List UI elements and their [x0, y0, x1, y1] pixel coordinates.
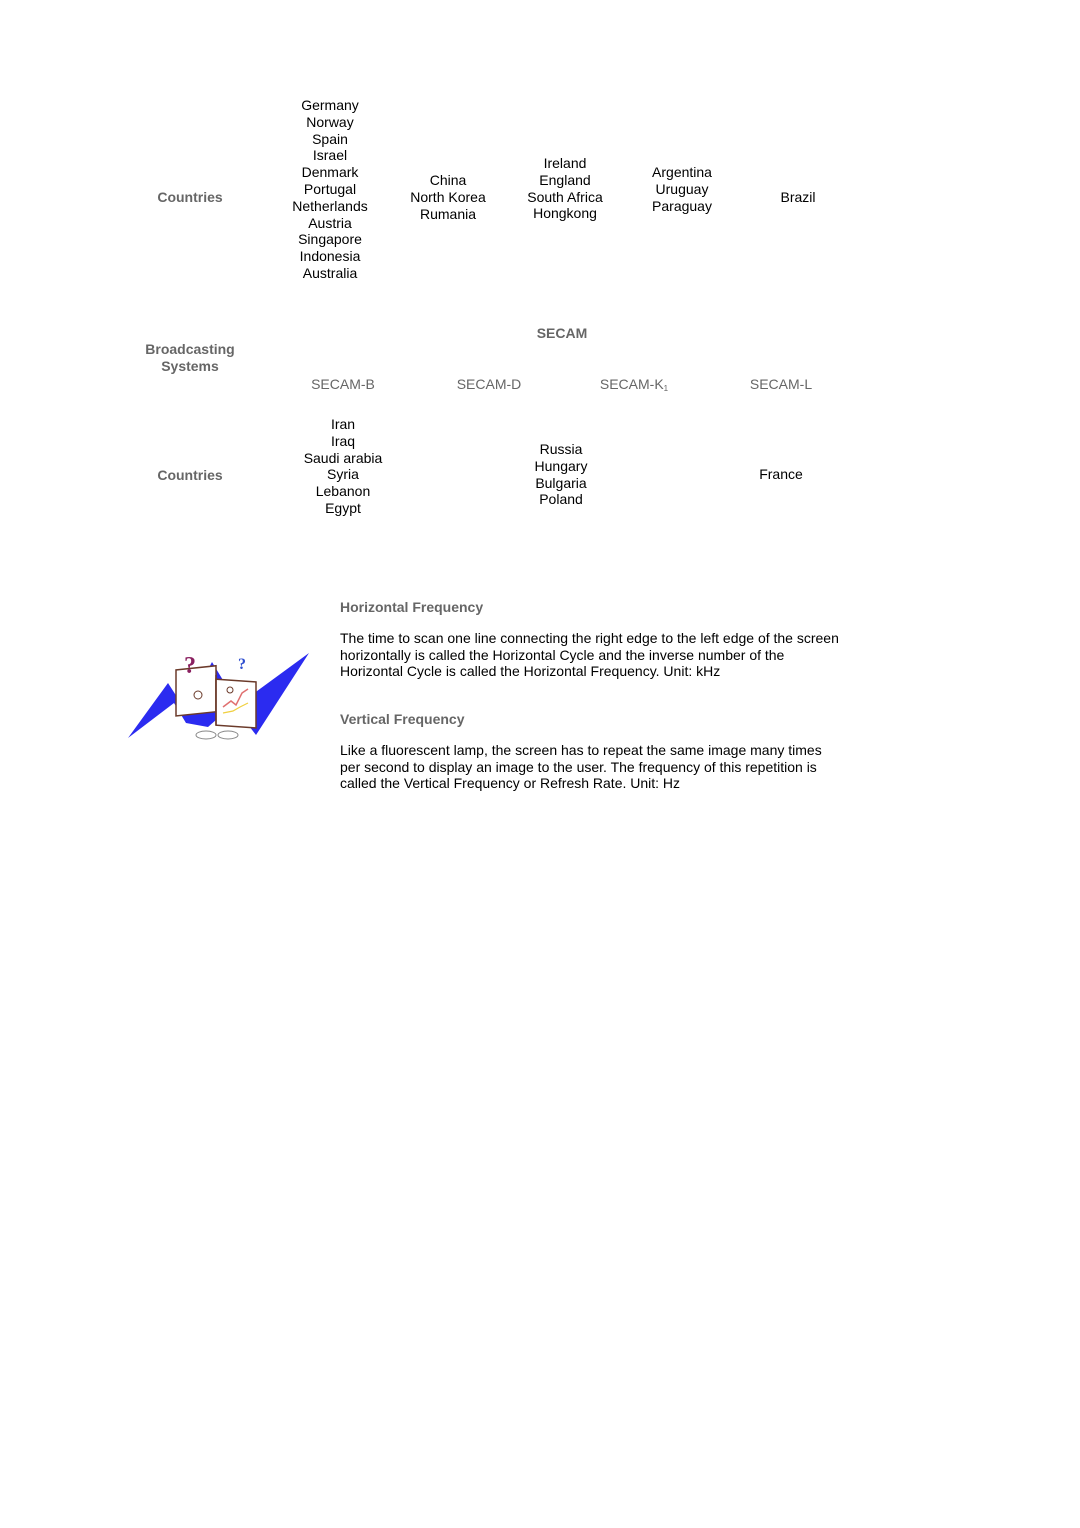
system-subscript: 1 [663, 384, 669, 393]
systems-label: Systems [161, 358, 219, 374]
row-header-countries: Countries [157, 189, 223, 205]
country-column: Iran Iraq Saudi arabia Syria Lebanon Egypt [283, 416, 403, 517]
country-column: Argentina Uruguay Paraguay [622, 164, 742, 214]
country-name: Spain [312, 130, 348, 147]
section-title-horizontal-frequency: Horizontal Frequency [340, 599, 484, 615]
svg-text:?: ? [184, 653, 196, 679]
country-column: China North Korea Rumania [388, 172, 508, 222]
system-secam-b: SECAM-B [283, 376, 403, 393]
system-label: SECAM-K [599, 376, 664, 392]
country-name: Austria [308, 214, 352, 231]
country-name: Netherlands [292, 197, 368, 214]
system-secam-l: SECAM-L [721, 376, 841, 393]
country-name: England [539, 171, 591, 188]
system-secam-k1: SECAM-K1 [574, 376, 694, 397]
country-name: Lebanon [315, 483, 371, 500]
country-column: Brazil [738, 189, 858, 206]
country-name: Indonesia [299, 248, 361, 265]
country-name: Paraguay [652, 197, 712, 214]
country-name: Bulgaria [535, 474, 587, 491]
country-name: Hongkong [533, 205, 597, 222]
country-column: France [721, 466, 841, 483]
section-body-vertical-frequency: Like a fluorescent lamp, the screen has … [340, 742, 822, 791]
svg-text:?: ? [238, 656, 246, 673]
section-title-vertical-frequency: Vertical Frequency [340, 711, 465, 727]
country-name: Russia [539, 441, 583, 457]
country-name: Rumania [419, 205, 477, 222]
country-name: Portugal [303, 180, 357, 197]
illustration-svg: ? ? [128, 653, 309, 740]
section-body-horizontal-frequency: The time to scan one line connecting the… [340, 630, 839, 679]
country-name: Denmark [301, 164, 359, 181]
country-name: Uruguay [655, 180, 709, 197]
country-name: Egypt [325, 499, 361, 516]
country-name: Australia [302, 264, 358, 281]
country-name: Israel [312, 147, 348, 164]
system-label: SECAM-L [749, 376, 813, 392]
country-name: Iraq [330, 432, 356, 449]
country-name: Saudi arabia [303, 449, 383, 466]
country-name: Norway [306, 113, 354, 130]
country-name: North Korea [410, 188, 486, 205]
confused-book-icon: ? ? [128, 645, 310, 745]
country-column: Ireland England South Africa Hongkong [505, 155, 625, 222]
country-name: Brazil [780, 189, 816, 205]
country-column: Russia Hungary Bulgaria Poland [501, 441, 621, 508]
system-group-secam: SECAM [536, 325, 588, 341]
row-header-broadcasting-systems: Broadcasting Systems [125, 341, 255, 375]
country-name: Argentina [652, 164, 712, 180]
country-name: Germany [301, 97, 359, 113]
country-name: Syria [327, 466, 359, 483]
country-name: France [759, 466, 803, 482]
country-name: Hungary [534, 457, 588, 474]
system-label: SECAM-B [311, 376, 375, 392]
country-name: Poland [539, 491, 583, 508]
country-name: Singapore [298, 231, 362, 248]
row-header-countries-2: Countries [157, 467, 223, 483]
country-name: Ireland [543, 155, 587, 171]
broadcasting-label: Broadcasting [145, 341, 235, 357]
country-column: Germany Norway Spain Israel Denmark Portugal N… [270, 97, 390, 282]
country-name: South Africa [527, 188, 603, 205]
country-name: China [429, 172, 467, 188]
system-label: SECAM-D [456, 376, 522, 392]
system-secam-d: SECAM-D [429, 376, 549, 393]
country-name: Iran [330, 416, 356, 432]
